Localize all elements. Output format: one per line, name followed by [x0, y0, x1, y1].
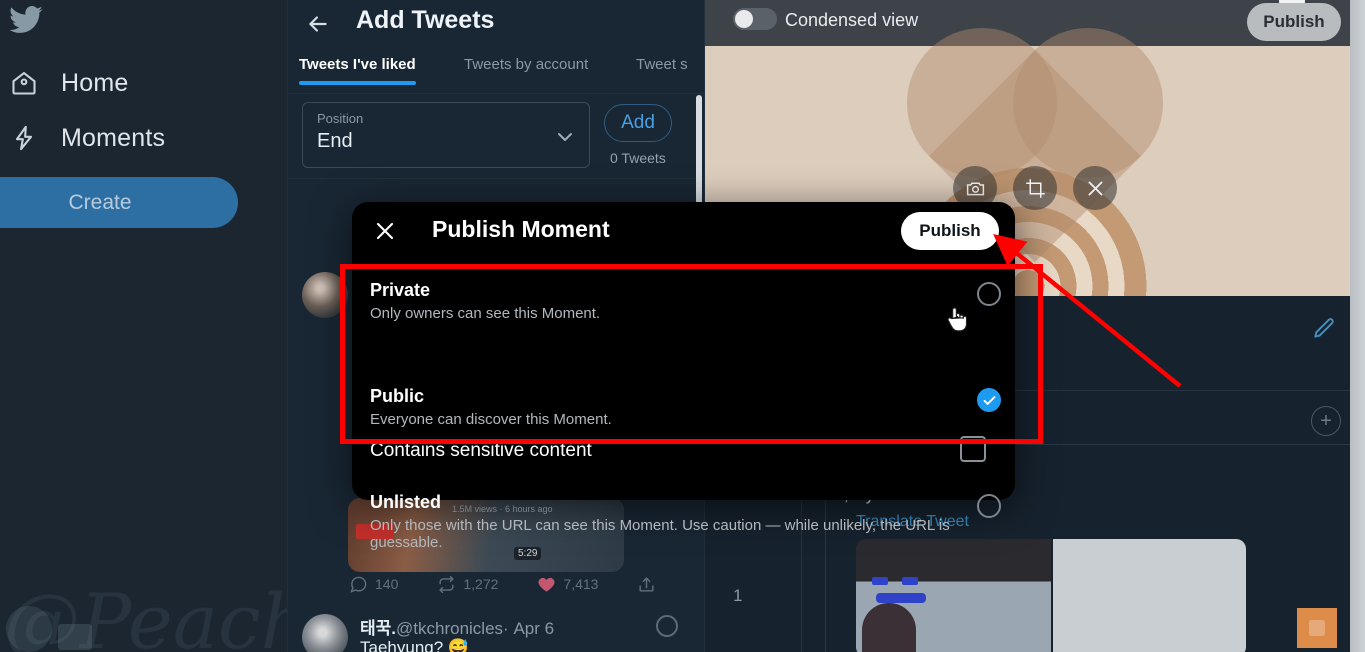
reply-count: 140 — [375, 576, 399, 592]
condensed-view-toggle[interactable] — [733, 8, 777, 30]
retweet-icon — [436, 574, 456, 594]
sidebar-item-label: Home — [61, 68, 129, 97]
dialog-publish-label: Publish — [919, 221, 981, 240]
visibility-options: Private Only owners can see this Moment.… — [352, 260, 1015, 551]
option-unlisted[interactable]: Unlisted Only those with the URL can see… — [370, 492, 1000, 551]
tweet-select-radio[interactable] — [656, 615, 678, 637]
ui-chip — [902, 577, 918, 585]
option-title: Unlisted — [370, 492, 442, 512]
share-icon — [636, 574, 656, 594]
tab-label: Tweets by account — [464, 56, 589, 73]
tab-tweets-ive-liked[interactable]: Tweets I've liked — [299, 56, 416, 85]
add-button[interactable]: Add — [604, 104, 672, 142]
tweet-actions: 140 1,272 7,413 — [348, 574, 656, 594]
position-value: End — [317, 130, 353, 152]
option-title: Public — [370, 386, 425, 406]
app-window: Home Moments Create @Peach Add Tweets Tw… — [0, 0, 1365, 652]
watermark-avatar-secondary — [58, 624, 92, 650]
like-action[interactable]: 7,413 — [536, 574, 598, 594]
tweet-text: Taehyung? 😅 — [360, 638, 470, 652]
create-button-label: Create — [68, 190, 132, 214]
option-title: Private — [370, 280, 431, 300]
sensitive-content-row[interactable]: Contains sensitive content — [370, 426, 1000, 484]
close-icon[interactable] — [1073, 166, 1117, 210]
retweet-count: 1,272 — [463, 576, 499, 592]
share-action[interactable] — [636, 574, 656, 594]
reply-icon — [348, 574, 368, 594]
publish-button[interactable]: Publish — [1247, 3, 1341, 41]
channel-watermark: @Peach — [4, 577, 310, 652]
position-row: Position End Add 0 Tweets — [288, 94, 704, 178]
page-title: Add Tweets — [356, 6, 495, 34]
tab-label: Tweets I've liked — [299, 56, 416, 73]
option-description: Only owners can see this Moment. — [370, 305, 601, 322]
add-button-label: Add — [621, 112, 655, 133]
list-item[interactable]: 태꾹.@tkchronicles· Apr 6 Taehyung? 😅 — [288, 600, 706, 652]
publish-button-label: Publish — [1263, 12, 1325, 31]
radio-private[interactable] — [977, 282, 1001, 306]
taskbar-app-icon[interactable] — [1297, 608, 1337, 648]
display-name: 태꾹. — [360, 619, 397, 638]
radio-public[interactable] — [977, 388, 1001, 412]
tab-tweets-by-account[interactable]: Tweets by account — [464, 56, 588, 73]
like-count: 7,413 — [563, 576, 599, 592]
ui-chip — [876, 593, 926, 603]
separator: · — [503, 619, 509, 638]
sidebar-item-moments[interactable]: Moments — [0, 115, 165, 161]
dialog-header: Publish Moment Publish — [352, 202, 1015, 260]
condensed-view-label: Condensed view — [785, 10, 919, 30]
preview-toolbar: Condensed view Publish — [705, 0, 1365, 46]
handle: @tkchronicles — [396, 619, 504, 638]
sensitive-content-checkbox[interactable] — [960, 436, 986, 462]
sidebar-item-home[interactable]: Home — [0, 60, 129, 106]
reply-action[interactable]: 140 — [348, 574, 398, 594]
tweet-media-gallery[interactable] — [856, 539, 1246, 652]
person-silhouette — [862, 603, 916, 652]
tab-tweet-search[interactable]: Tweet s — [636, 56, 688, 73]
ui-chip — [872, 577, 888, 585]
left-sidebar: Home Moments Create @Peach — [0, 0, 310, 652]
watermark-avatar — [6, 606, 52, 652]
twitter-bird-icon[interactable] — [6, 2, 46, 38]
item-number: 1 — [733, 586, 743, 605]
publish-moment-dialog: Publish Moment Publish Private Only owne… — [352, 202, 1015, 551]
pencil-edit-icon[interactable] — [1311, 316, 1337, 342]
position-select[interactable]: Position End — [302, 102, 590, 168]
app-icon — [1309, 620, 1325, 636]
plus-circle-icon[interactable]: + — [1311, 406, 1341, 436]
heart-icon — [536, 574, 556, 594]
media-thumbnail-1[interactable] — [856, 539, 1051, 652]
retweet-action[interactable]: 1,272 — [436, 574, 498, 594]
sensitive-content-label: Contains sensitive content — [370, 440, 592, 461]
avatar — [302, 614, 348, 652]
tab-active-indicator — [299, 81, 416, 85]
create-button[interactable]: Create — [0, 177, 238, 228]
panel-header: Add Tweets — [288, 0, 704, 52]
lightning-bolt-icon — [8, 122, 40, 154]
divider — [288, 178, 704, 179]
tweet-date: Apr 6 — [513, 619, 555, 638]
tweet-count-label: 0 Tweets — [610, 150, 666, 166]
home-icon — [8, 67, 40, 99]
media-thumbnail-2[interactable] — [1053, 539, 1246, 652]
dialog-title: Publish Moment — [432, 216, 610, 242]
tweet-author: 태꾹.@tkchronicles· Apr 6 — [360, 614, 554, 639]
close-icon[interactable] — [370, 216, 400, 246]
chevron-down-icon — [553, 125, 577, 154]
crop-icon[interactable] — [1013, 166, 1057, 210]
tab-label: Tweet s — [636, 56, 688, 73]
tab-bar: Tweets I've liked Tweets by account Twee… — [288, 52, 704, 94]
back-arrow-icon[interactable] — [302, 8, 334, 40]
window-edge-scrollbar[interactable] — [1350, 0, 1365, 652]
option-description: Only those with the URL can see this Mom… — [370, 517, 950, 551]
position-label: Position — [317, 111, 364, 126]
sidebar-item-label: Moments — [61, 123, 166, 152]
radio-unlisted[interactable] — [977, 494, 1001, 518]
option-public[interactable]: Public Everyone can discover this Moment… — [370, 386, 1000, 428]
toggle-knob — [735, 10, 753, 28]
dialog-publish-button[interactable]: Publish — [901, 212, 999, 250]
avatar — [302, 272, 348, 318]
option-private[interactable]: Private Only owners can see this Moment. — [370, 280, 1000, 322]
